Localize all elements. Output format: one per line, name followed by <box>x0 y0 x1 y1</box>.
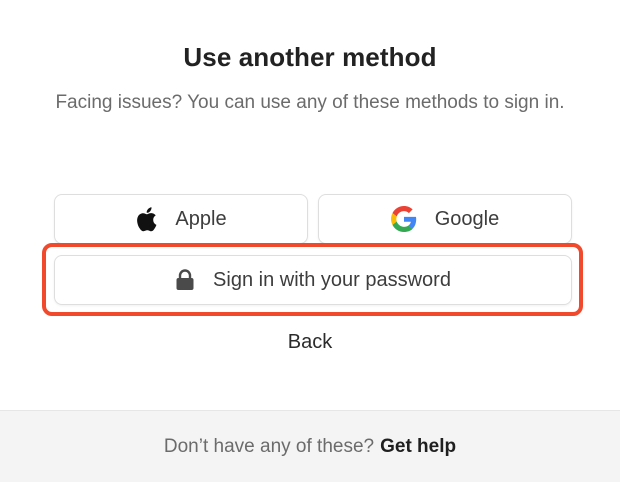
back-link[interactable]: Back <box>260 331 360 354</box>
apple-icon <box>135 206 157 232</box>
page-title: Use another method <box>183 42 437 72</box>
google-icon <box>390 206 417 232</box>
sign-in-methods-card: Use another method Facing issues? You ca… <box>0 0 620 410</box>
password-button-label: Sign in with your password <box>213 268 451 291</box>
page-subtitle: Facing issues? You can use any of these … <box>55 92 565 113</box>
google-button-label: Google <box>434 207 500 230</box>
lock-icon <box>175 269 195 291</box>
apple-button-label: Apple <box>175 207 227 230</box>
google-sign-in-button[interactable]: Google <box>318 194 572 244</box>
get-help-link[interactable]: Get help <box>380 436 456 458</box>
apple-sign-in-button[interactable]: Apple <box>54 194 308 244</box>
footer-question: Don’t have any of these? <box>163 435 375 457</box>
help-footer: Don’t have any of these? Get help <box>0 410 620 482</box>
password-sign-in-button[interactable]: Sign in with your password <box>54 255 572 305</box>
